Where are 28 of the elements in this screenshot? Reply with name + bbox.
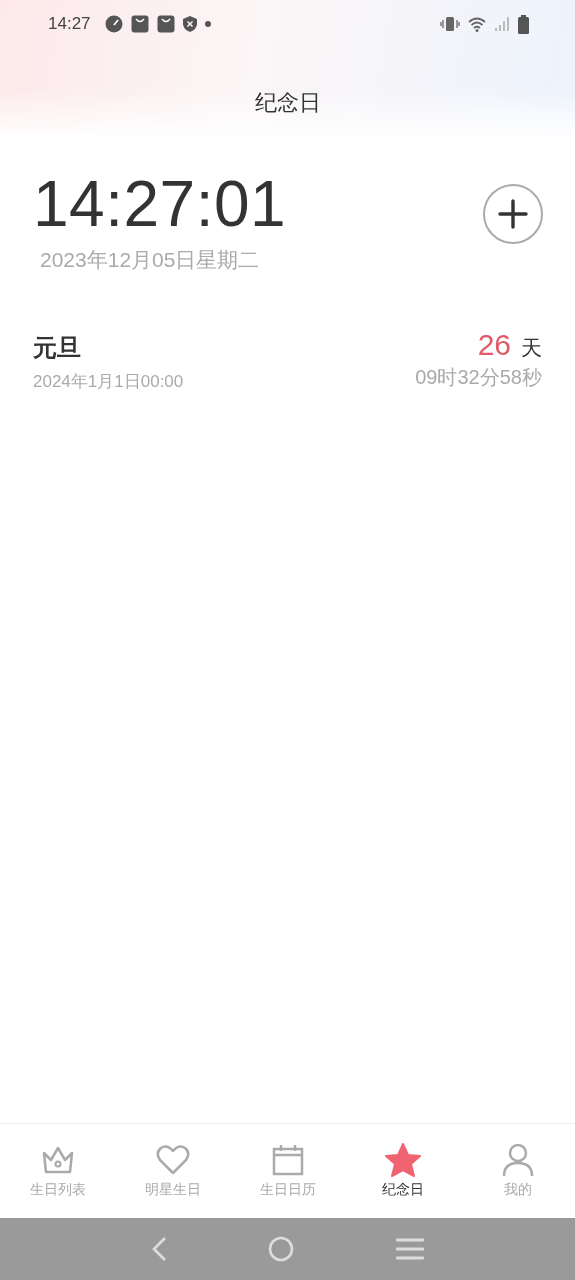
vibrate-icon (440, 16, 460, 32)
status-time: 14:27 (48, 14, 91, 34)
battery-icon (518, 14, 529, 34)
speedometer-icon (104, 15, 123, 33)
days-count: 26 (477, 328, 511, 362)
current-date: 2023年12月05日星期二 (40, 247, 261, 273)
shield-icon (182, 16, 197, 32)
calendar-icon (270, 1143, 305, 1177)
anniversary-item[interactable]: 元旦 2024年1月1日00:00 26 天 09时32分58秒 (0, 274, 575, 393)
anniversary-name: 元旦 (33, 333, 82, 364)
shopping-bag-icon (130, 15, 149, 33)
heart-icon (155, 1143, 190, 1177)
wifi-icon (468, 16, 486, 32)
time-remaining: 09时32分58秒 (415, 365, 542, 390)
shopping-bag-icon (156, 15, 175, 33)
signal-icon (494, 16, 510, 32)
person-icon (500, 1143, 535, 1177)
home-icon[interactable] (268, 1236, 295, 1262)
days-unit: 天 (521, 335, 542, 362)
back-icon[interactable] (150, 1236, 167, 1262)
current-time: 14:27:01 (33, 172, 287, 236)
plus-icon (498, 199, 528, 229)
add-button[interactable] (483, 184, 543, 244)
page-title: 纪念日 (254, 89, 321, 117)
dot-icon (204, 21, 211, 27)
anniversary-date: 2024年1月1日00:00 (33, 371, 184, 393)
menu-icon[interactable] (396, 1238, 425, 1260)
star-icon (384, 1143, 421, 1177)
